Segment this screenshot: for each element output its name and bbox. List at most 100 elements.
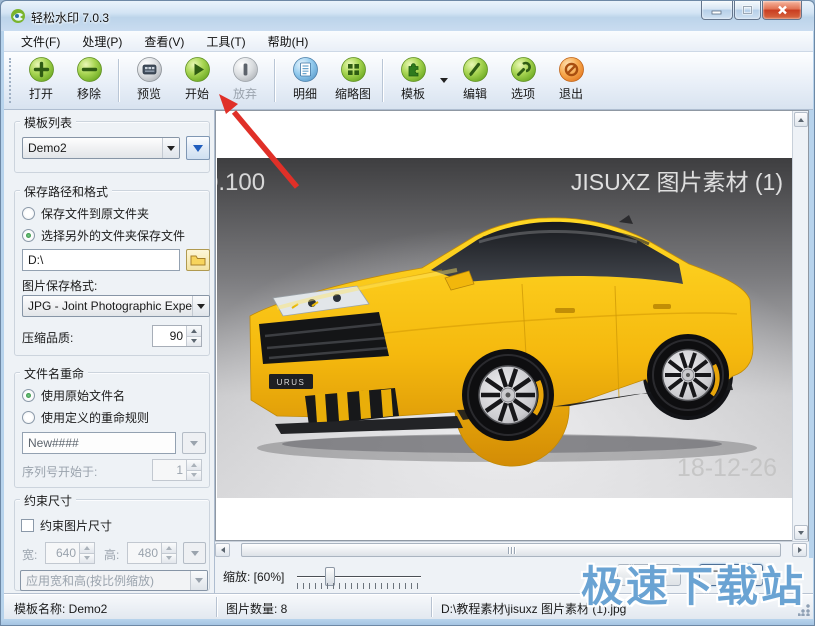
format-select-button[interactable] xyxy=(192,296,209,316)
chevron-down-icon xyxy=(167,146,175,151)
app-window: 轻松水印 7.0.3 文件(F) 处理(P) 查看(V) 工具(T) 帮助(H)… xyxy=(0,0,815,626)
edit-pencil-icon xyxy=(462,56,489,83)
start-label: 开始 xyxy=(185,85,209,102)
options-label: 选项 xyxy=(511,85,535,102)
exit-label: 退出 xyxy=(559,85,583,102)
chevron-down-icon xyxy=(191,551,199,556)
menu-help[interactable]: 帮助(H) xyxy=(257,31,320,52)
maximize-button[interactable] xyxy=(734,1,761,20)
scroll-down-icon xyxy=(798,531,804,535)
size-preset-dropdown xyxy=(183,542,206,564)
open-button[interactable]: 打开 xyxy=(17,52,65,109)
scroll-up-button[interactable] xyxy=(794,112,808,127)
rename-pattern-value: New#### xyxy=(28,436,79,450)
browse-folder-button[interactable] xyxy=(186,249,210,271)
save-choose-radio-row[interactable]: 选择另外的文件夹保存文件 xyxy=(22,227,185,244)
preview-icon xyxy=(136,56,163,83)
spin-up-icon xyxy=(187,460,201,470)
format-select[interactable]: JPG - Joint Photographic Experts ( xyxy=(22,295,210,317)
rename-pattern-input[interactable]: New#### xyxy=(22,432,176,454)
start-button[interactable]: 开始 xyxy=(173,52,221,109)
template-select-button[interactable] xyxy=(162,138,179,158)
zoom-slider-track[interactable] xyxy=(297,576,421,578)
preview-label: 预览 xyxy=(137,85,161,102)
options-button[interactable]: 选项 xyxy=(499,52,547,109)
open-plus-icon xyxy=(28,56,55,83)
preview-button[interactable]: 预览 xyxy=(125,52,173,109)
toolbar-separator xyxy=(118,59,120,102)
template-dropdown-caret[interactable] xyxy=(437,52,451,109)
rename-custom-radio-row[interactable]: 使用定义的重命规则 xyxy=(22,409,149,426)
abort-button: 放弃 xyxy=(221,52,269,109)
spin-up-icon xyxy=(80,543,94,553)
rename-group-title: 文件名重命 xyxy=(20,365,88,382)
radio-icon[interactable] xyxy=(22,411,35,424)
template-select[interactable]: Demo2 xyxy=(22,137,180,159)
thumbnails-grid-icon xyxy=(340,56,367,83)
save-choose-label: 选择另外的文件夹保存文件 xyxy=(41,227,185,244)
template-group-title: 模板列表 xyxy=(20,114,76,131)
spin-down-icon[interactable] xyxy=(187,336,201,347)
serial-value: 1 xyxy=(153,460,186,480)
chevron-down-icon xyxy=(440,78,448,83)
spin-down-icon xyxy=(162,553,176,564)
checkbox-icon[interactable] xyxy=(21,519,34,532)
quality-label: 压缩品质: xyxy=(22,329,73,346)
toolbar: 打开 移除 预览 开始 放弃 明细 缩略图 xyxy=(4,52,813,110)
details-button[interactable]: 明细 xyxy=(281,52,329,109)
photo-watermark-date: 18-12-26 xyxy=(677,454,777,482)
radio-icon[interactable] xyxy=(22,207,35,220)
menu-process[interactable]: 处理(P) xyxy=(71,31,133,52)
template-label: 模板 xyxy=(401,85,425,102)
radio-checked-icon[interactable] xyxy=(22,229,35,242)
preview-photo: URUS 0.100 JISUXZ 图片素材 (1) 18-12-26 xyxy=(217,158,792,498)
edit-label: 编辑 xyxy=(463,85,487,102)
scroll-down-button[interactable] xyxy=(794,525,808,540)
window-frame-bottom xyxy=(1,619,815,626)
minimize-button[interactable] xyxy=(701,1,733,20)
car-plate-text: URUS xyxy=(277,378,306,387)
rename-original-radio-row[interactable]: 使用原始文件名 xyxy=(22,387,125,404)
template-action-button[interactable] xyxy=(186,136,210,160)
scale-mode-button xyxy=(190,571,207,590)
chevron-down-icon xyxy=(193,145,203,152)
close-button[interactable] xyxy=(762,1,802,20)
save-path-input[interactable]: D:\ xyxy=(22,249,180,271)
scroll-left-button[interactable] xyxy=(215,543,230,557)
status-separator xyxy=(216,597,218,617)
save-original-label: 保存文件到原文件夹 xyxy=(41,205,149,222)
minimize-icon xyxy=(711,6,723,15)
maximize-icon xyxy=(742,5,753,15)
radio-checked-icon[interactable] xyxy=(22,389,35,402)
quality-spinner[interactable]: 90 xyxy=(152,325,202,347)
spinner-buttons[interactable] xyxy=(186,326,201,346)
toolbar-grip[interactable] xyxy=(9,58,13,103)
menu-tools[interactable]: 工具(T) xyxy=(195,31,256,52)
edit-button[interactable]: 编辑 xyxy=(451,52,499,109)
template-button[interactable]: 模板 xyxy=(389,52,437,109)
photo-watermark-right: JISUXZ 图片素材 (1) xyxy=(571,169,783,195)
thumbnails-button[interactable]: 缩略图 xyxy=(329,52,377,109)
vertical-scrollbar[interactable] xyxy=(792,111,808,541)
format-label: 图片保存格式: xyxy=(22,277,97,294)
size-group-title: 约束尺寸 xyxy=(20,492,76,509)
remove-button[interactable]: 移除 xyxy=(65,52,113,109)
save-original-radio-row[interactable]: 保存文件到原文件夹 xyxy=(22,205,149,222)
abort-stop-icon xyxy=(232,56,259,83)
spin-up-icon xyxy=(162,543,176,553)
menu-file[interactable]: 文件(F) xyxy=(10,31,71,52)
exit-button[interactable]: 退出 xyxy=(547,52,595,109)
serial-spinner: 1 xyxy=(152,459,202,481)
title-bar[interactable]: 轻松水印 7.0.3 xyxy=(1,1,814,31)
toolbar-separator xyxy=(274,59,276,102)
menu-view[interactable]: 查看(V) xyxy=(133,31,195,52)
spin-down-icon xyxy=(187,470,201,481)
spin-up-icon[interactable] xyxy=(187,326,201,336)
constrain-checkbox-row[interactable]: 约束图片尺寸 xyxy=(21,517,112,534)
zoom-slider-ticks xyxy=(297,583,421,589)
template-puzzle-icon xyxy=(400,56,427,83)
quality-value: 90 xyxy=(153,326,186,346)
folder-icon xyxy=(190,254,206,266)
remove-minus-icon xyxy=(76,56,103,83)
menu-bar: 文件(F) 处理(P) 查看(V) 工具(T) 帮助(H) xyxy=(4,31,813,52)
